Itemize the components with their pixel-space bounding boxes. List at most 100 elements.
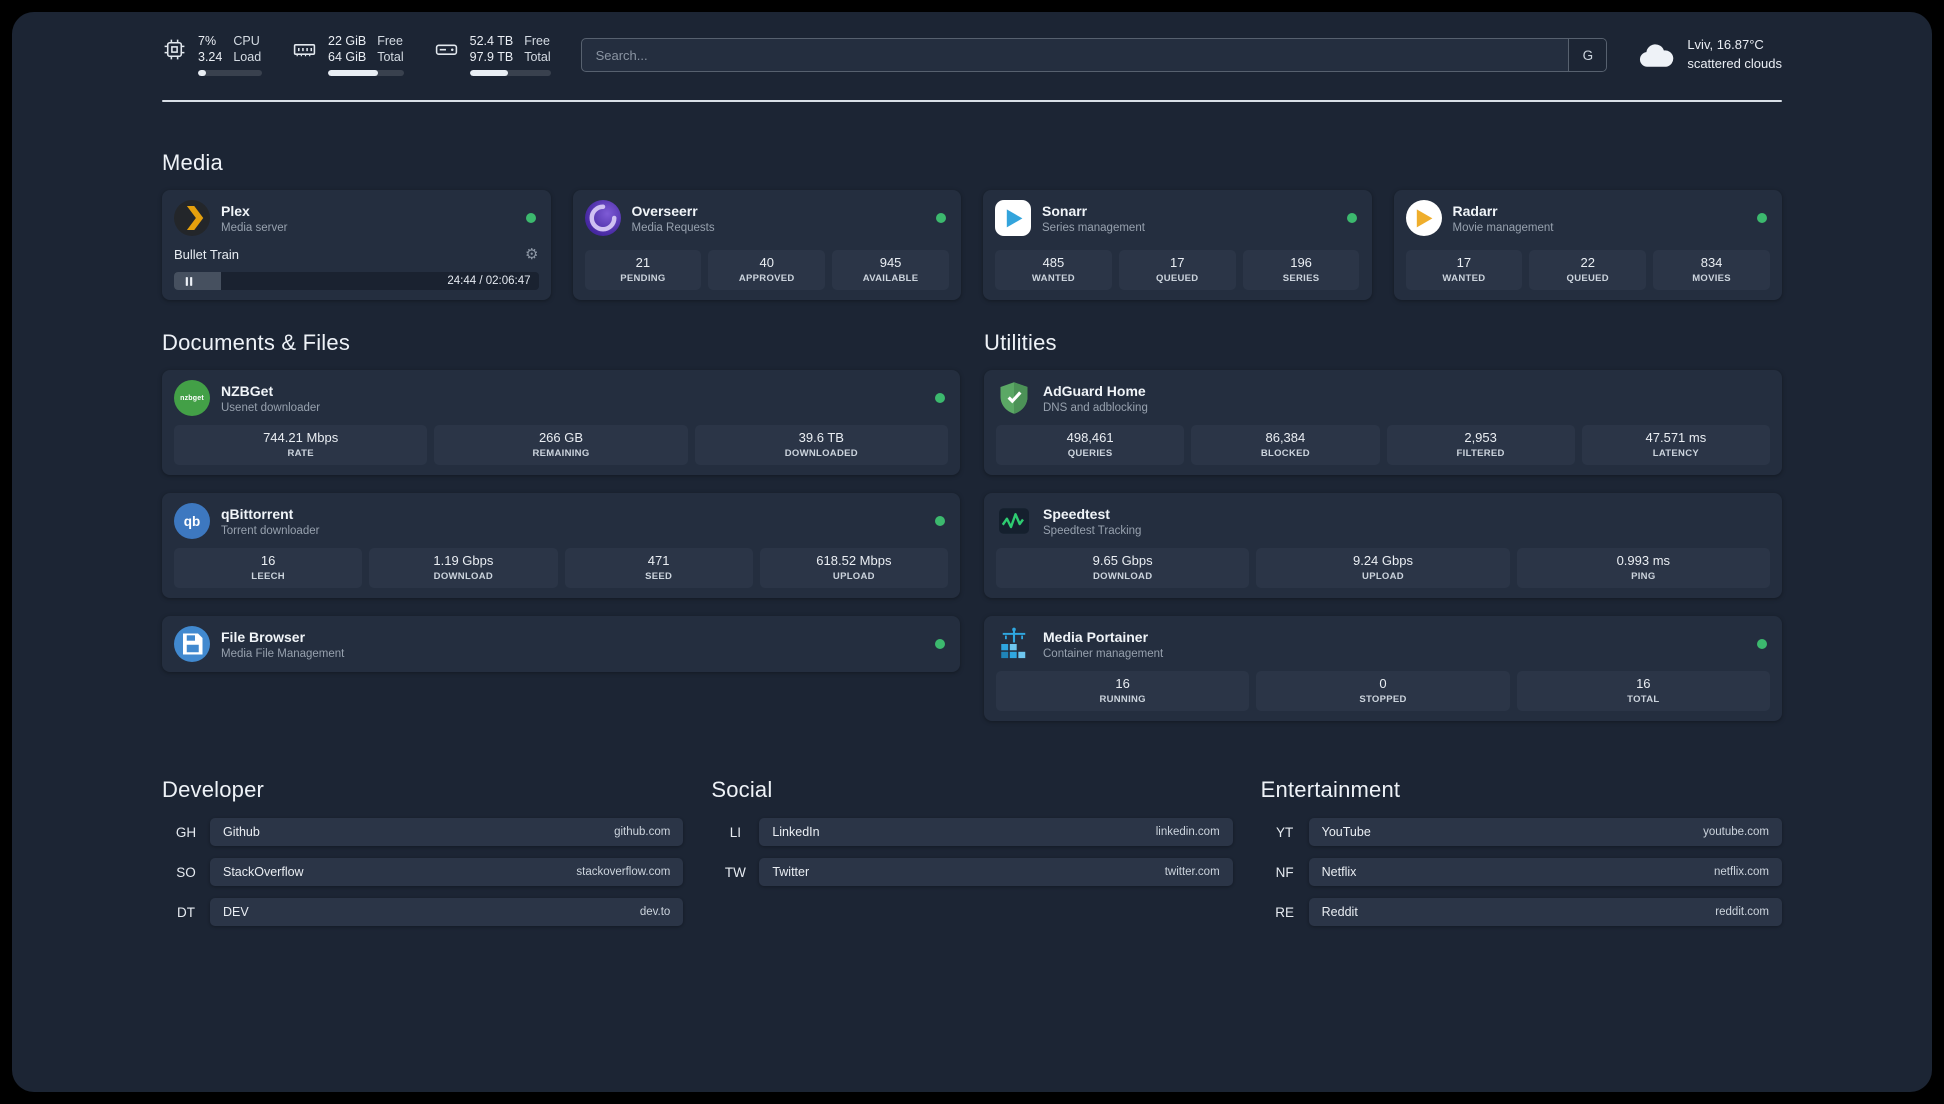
status-dot: [1757, 639, 1767, 650]
disk-progress-fill: [469, 70, 508, 77]
service-subtitle: Media Requests: [631, 221, 715, 234]
section-title-social: Social: [711, 777, 773, 803]
stat-seed: 471 SEED: [564, 548, 753, 589]
gear-icon[interactable]: ⚙: [525, 245, 538, 263]
ram-monitor: 22 GiB 64 GiB Free Total: [292, 34, 404, 77]
service-name: Speedtest: [1043, 505, 1110, 522]
stat-movies: 834 MOVIES: [1653, 250, 1770, 291]
section-media: Media Plex Media server Bullet Train ⚙ 2…: [162, 150, 1782, 301]
service-name: Sonarr: [1042, 202, 1088, 219]
bookmark-row: NF Netflix netflix.com: [1261, 858, 1782, 887]
disk-labels: Free Total: [524, 34, 550, 65]
service-card-nzbget[interactable]: nzbget NZBGet Usenet downloader 744.21 M…: [162, 370, 960, 476]
section-title-entertainment: Entertainment: [1260, 777, 1401, 803]
stat-rate: 744.21 Mbps RATE: [174, 425, 428, 466]
stat-downloaded: 39.6 TB DOWNLOADED: [694, 425, 948, 466]
stat-remaining: 266 GB REMAINING: [434, 425, 688, 466]
stat-running: 16 RUNNING: [996, 671, 1250, 712]
search-input[interactable]: [581, 39, 1569, 72]
bookmark-group-developer: Developer GH Github github.com SO StackO…: [162, 777, 684, 927]
status-dot: [1346, 213, 1357, 224]
ram-free-label: Free: [377, 34, 403, 48]
service-subtitle: Usenet downloader: [221, 401, 321, 414]
media-grid: Plex Media server Bullet Train ⚙ 24:44 /…: [162, 190, 1782, 301]
stat-leech: 16 LEECH: [174, 548, 363, 589]
ram-progress-fill: [328, 70, 378, 77]
service-subtitle: DNS and adblocking: [1043, 401, 1148, 414]
cpu-progress-fill: [198, 70, 206, 77]
service-card-filebrowser[interactable]: File Browser Media File Management: [162, 616, 960, 673]
bookmark-abbr: LI: [729, 824, 741, 840]
stat-latency: 47.571 ms LATENCY: [1581, 425, 1770, 466]
overseerr-icon: [584, 200, 621, 237]
cpu-load-average: 3.24: [198, 49, 223, 64]
bookmark-group-social: Social LI LinkedIn linkedin.com TW Twitt…: [711, 777, 1233, 926]
stat-upload: 9.24 Gbps UPLOAD: [1256, 548, 1510, 589]
qbittorrent-icon: qb: [174, 503, 210, 540]
service-card-radarr[interactable]: Radarr Movie management 17 WANTED 22 QUE…: [1393, 190, 1782, 301]
bookmark-abbr: TW: [724, 864, 746, 880]
service-card-qbittorrent[interactable]: qb qBittorrent Torrent downloader 16 LEE…: [162, 493, 960, 599]
bookmark-abbr: DT: [177, 904, 195, 920]
service-card-adguard[interactable]: AdGuard Home DNS and adblocking 498,461 …: [984, 370, 1782, 476]
service-card-speedtest[interactable]: Speedtest Speedtest Tracking 9.65 Gbps D…: [984, 493, 1782, 599]
memory-icon: [292, 37, 317, 62]
disk-progress-bar: [469, 70, 551, 77]
service-name: Overseerr: [631, 202, 698, 219]
service-card-plex[interactable]: Plex Media server Bullet Train ⚙ 24:44 /…: [162, 190, 551, 301]
bookmarks-area: Developer GH Github github.com SO StackO…: [162, 777, 1782, 927]
service-name: qBittorrent: [221, 505, 294, 522]
bookmark-abbr: YT: [1276, 824, 1294, 840]
bookmark-link-youtube[interactable]: YouTube youtube.com: [1308, 818, 1782, 847]
cpu-monitor: 7% 3.24 CPU Load: [162, 34, 262, 77]
service-subtitle: Media server: [221, 221, 288, 234]
bookmark-abbr: GH: [175, 824, 197, 840]
cpu-progress-bar: [198, 70, 262, 77]
stat-upload: 618.52 Mbps UPLOAD: [759, 548, 948, 589]
dashboard-content: 7% 3.24 CPU Load 22 GiB 64 GiB Free Tota…: [12, 12, 1932, 1092]
weather-widget: Lviv, 16.87°C scattered clouds: [1637, 36, 1782, 74]
service-card-portainer[interactable]: Media Portainer Container management 16 …: [984, 616, 1782, 722]
stat-approved: 40 APPROVED: [708, 250, 826, 291]
section-documents: Documents & Files nzbget NZBGet Usenet d…: [162, 330, 960, 673]
bookmark-link-linkedin[interactable]: LinkedIn linkedin.com: [759, 818, 1233, 847]
section-title-utilities: Utilities: [984, 330, 1057, 356]
filebrowser-icon: [174, 626, 210, 663]
bookmark-link-twitter[interactable]: Twitter twitter.com: [759, 858, 1233, 887]
service-name: AdGuard Home: [1043, 382, 1146, 399]
bookmark-link-netflix[interactable]: Netflix netflix.com: [1308, 858, 1782, 887]
section-title-media: Media: [162, 150, 223, 176]
disk-values: 52.4 TB 97.9 TB: [470, 34, 514, 65]
stat-series: 196 SERIES: [1242, 250, 1360, 291]
disk-total: 97.9 TB: [469, 49, 514, 64]
bookmark-link-reddit[interactable]: Reddit reddit.com: [1308, 898, 1782, 927]
status-dot: [935, 516, 945, 527]
service-name: Plex: [221, 202, 250, 219]
stat-pending: 21 PENDING: [584, 250, 702, 291]
search-bar: G: [580, 38, 1608, 73]
weather-location: Lviv, 16.87°C: [1687, 37, 1764, 53]
status-dot: [935, 393, 945, 404]
service-card-overseerr[interactable]: Overseerr Media Requests 21 PENDING 40 A…: [572, 190, 961, 301]
pause-icon[interactable]: [182, 275, 196, 288]
service-subtitle: Speedtest Tracking: [1043, 524, 1142, 537]
ram-values: 22 GiB 64 GiB: [328, 34, 366, 65]
service-name: File Browser: [221, 628, 306, 645]
bookmark-link-dev[interactable]: DEV dev.to: [210, 898, 684, 927]
search-provider-button[interactable]: G: [1568, 39, 1607, 72]
section-title-developer: Developer: [162, 777, 265, 803]
bookmark-row: YT YouTube youtube.com: [1261, 818, 1782, 847]
disk-monitor: 52.4 TB 97.9 TB Free Total: [434, 34, 551, 77]
disk-free-label: Free: [524, 34, 550, 48]
bookmark-link-stackoverflow[interactable]: StackOverflow stackoverflow.com: [210, 858, 684, 887]
player-time: 24:44 / 02:06:47: [447, 275, 531, 288]
cpu-label-2: Load: [233, 49, 262, 64]
service-subtitle: Media File Management: [221, 647, 345, 660]
player-progress-bar[interactable]: 24:44 / 02:06:47: [174, 272, 539, 291]
service-card-sonarr[interactable]: Sonarr Series management 485 WANTED 17 Q…: [983, 190, 1372, 301]
bookmark-link-github[interactable]: Github github.com: [210, 818, 684, 847]
cpu-labels: CPU Load: [233, 34, 261, 65]
dashboard-window: 7% 3.24 CPU Load 22 GiB 64 GiB Free Tota…: [12, 12, 1932, 1092]
stat-download: 1.19 Gbps DOWNLOAD: [369, 548, 558, 589]
bookmark-row: GH Github github.com: [162, 818, 684, 847]
